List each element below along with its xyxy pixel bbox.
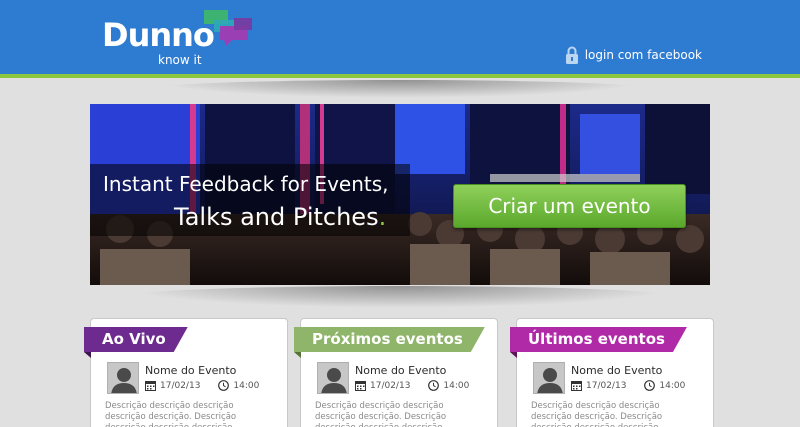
hero-banner: Instant Feedback for Events, Talks and P…	[90, 104, 710, 285]
event-time: 14:00	[659, 380, 686, 391]
calendar-icon	[571, 381, 582, 391]
card-title-tab: Ao Vivo	[84, 327, 188, 352]
card-title-tab: Últimos eventos	[510, 327, 687, 352]
user-avatar-icon	[537, 368, 563, 393]
tab-fold	[294, 352, 301, 358]
card-past[interactable]: Últimos eventos Nome do Evento 17/02/13 …	[510, 318, 714, 427]
calendar-icon	[355, 381, 366, 391]
hero-headline-text: Talks and Pitches	[174, 203, 379, 231]
event-name[interactable]: Nome do Evento	[355, 364, 446, 377]
clock-icon	[218, 380, 230, 391]
event-date: 17/02/13	[370, 380, 411, 391]
event-date: 17/02/13	[160, 380, 201, 391]
user-avatar-icon	[321, 368, 347, 393]
event-date: 17/02/13	[586, 380, 627, 391]
card-live[interactable]: Ao Vivo Nome do Evento 17/02/13 14:00 De…	[84, 318, 288, 427]
event-time: 14:00	[443, 380, 470, 391]
tab-fold	[84, 352, 91, 358]
hero-shadow	[120, 286, 680, 308]
event-description: Descrição descrição descrição descrição …	[315, 401, 447, 427]
hero-headline-line1: Instant Feedback for Events,	[103, 172, 389, 196]
logo-tagline: know it	[158, 53, 202, 67]
event-avatar	[533, 362, 565, 394]
event-meta: 17/02/13 14:00	[355, 380, 469, 391]
speech-bubbles-icon	[204, 10, 252, 46]
event-description: Descrição descrição descrição descrição …	[105, 401, 237, 427]
user-avatar-icon	[111, 368, 137, 393]
event-name[interactable]: Nome do Evento	[145, 364, 236, 377]
hero-headline-line2: Talks and Pitches.	[174, 203, 386, 231]
tab-fold	[510, 352, 517, 358]
event-time: 14:00	[233, 380, 260, 391]
event-name[interactable]: Nome do Evento	[571, 364, 662, 377]
logo-wordmark: Dunno	[102, 16, 215, 54]
event-meta: 17/02/13 14:00	[571, 380, 685, 391]
clock-icon	[428, 380, 440, 391]
card-title-tab: Próximos eventos	[294, 327, 485, 352]
event-meta: 17/02/13 14:00	[145, 380, 259, 391]
event-avatar	[317, 362, 349, 394]
clock-icon	[644, 380, 656, 391]
login-facebook-link[interactable]: login com facebook	[565, 44, 702, 66]
login-label: login com facebook	[584, 48, 702, 62]
header-shadow	[150, 80, 650, 98]
lock-icon	[565, 46, 578, 64]
event-description: Descrição descrição descrição descrição …	[531, 401, 663, 427]
calendar-icon	[145, 381, 156, 391]
create-event-button[interactable]: Criar um evento	[453, 184, 686, 228]
event-avatar	[107, 362, 139, 394]
card-upcoming[interactable]: Próximos eventos Nome do Evento 17/02/13…	[294, 318, 498, 427]
hero-headline-dot: .	[378, 203, 387, 231]
dunno-logo[interactable]: Dunno know it	[102, 10, 262, 70]
site-header: Dunno know it login com facebook	[0, 0, 800, 78]
